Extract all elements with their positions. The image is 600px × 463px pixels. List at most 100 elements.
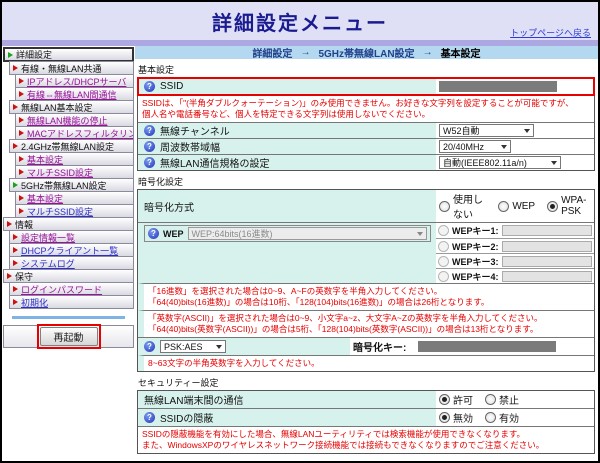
sidebar-item-5ghz-multi-ssid[interactable]: マルチSSID設定: [15, 204, 134, 218]
triangle-icon: [19, 78, 24, 84]
radio-option-allow[interactable]: 許可: [439, 392, 473, 407]
wep-key-input-4: [501, 270, 592, 282]
ssid-stealth-label: SSIDの隠蔽: [160, 414, 214, 426]
ssid-input[interactable]: [436, 78, 594, 95]
bandwidth-value-cell: 20/40MHz: [436, 139, 594, 154]
ssid-label-cell: ? SSID: [138, 78, 436, 95]
psk-key-cell: 暗号化キー:: [350, 338, 594, 355]
reboot-button[interactable]: 再起動: [39, 327, 98, 346]
sidebar-item-mac-filtering[interactable]: MACアドレスフィルタリング: [15, 126, 134, 140]
help-icon[interactable]: ?: [144, 157, 155, 169]
psk-key-value-redacted[interactable]: [418, 341, 557, 353]
wep-key-input-1: [501, 225, 592, 237]
triangle-icon: [19, 169, 24, 175]
wep-ascii-note-row: 「英数字(ASCII)」を選択された場合は0~9、小文字a~z、大文字A~Zの英…: [138, 310, 594, 338]
security-settings-table: 無線LAN端末間の通信 許可 禁止 ? SSIDの隠蔽 無効 有効 SSIDの隠…: [137, 390, 595, 455]
reboot-row: 再起動: [3, 324, 134, 349]
lan-communication-label-cell: 無線LAN端末間の通信: [138, 391, 436, 409]
triangle-icon: [13, 143, 18, 149]
radio-option-enabled[interactable]: 有効: [485, 410, 519, 425]
triangle-icon: [13, 182, 18, 188]
radio-option-wpa-psk[interactable]: WPA-PSK: [547, 195, 591, 217]
chevron-down-icon: [551, 160, 557, 165]
triangle-icon: [19, 117, 24, 123]
sidebar-item-info[interactable]: 情報: [3, 217, 134, 231]
sidebar-item-login-password[interactable]: ログインパスワード: [9, 282, 134, 296]
ssid-stealth-row: ? SSIDの隠蔽 無効 有効: [138, 408, 594, 427]
radio-icon-selected[interactable]: [439, 412, 450, 424]
wireless-standard-label-cell: ? 無線LAN通信規格の設定: [138, 155, 436, 171]
radio-option-deny[interactable]: 禁止: [485, 392, 519, 407]
sidebar-item-initialize[interactable]: 初期化: [9, 295, 134, 309]
help-icon[interactable]: ?: [144, 341, 155, 353]
wireless-channel-select[interactable]: W52自動: [439, 124, 534, 138]
radio-option-wep[interactable]: WEP: [498, 200, 535, 212]
wep-type-select: WEP:64bits(16進数): [187, 227, 427, 241]
sidebar-item-5ghz-basic[interactable]: 基本設定: [15, 191, 134, 205]
radio-icon[interactable]: [439, 200, 450, 212]
triangle-icon: [7, 221, 12, 227]
encryption-method-row: 暗号化方式 使用しない WEP WPA-PSK: [138, 190, 594, 223]
radio-icon[interactable]: [498, 200, 510, 212]
sidebar-item-24ghz-multi-ssid[interactable]: マルチSSID設定: [15, 165, 134, 179]
wireless-standard-select[interactable]: 自動(IEEE802.11a/n): [439, 156, 561, 170]
triangle-icon: [7, 273, 12, 279]
triangle-icon: [13, 286, 18, 292]
reboot-annotation-box: 再起動: [36, 324, 101, 349]
top-page-link[interactable]: トップページへ戻る: [510, 26, 591, 39]
sidebar-item-wired-wireless-bridge[interactable]: 有線⇔無線LAN間通信: [15, 87, 134, 101]
wep-key-row-2: WEPキー2:: [436, 238, 594, 253]
sidebar-item-advanced-settings[interactable]: 詳細設定: [3, 47, 134, 62]
sidebar-item-dhcp-client-list[interactable]: DHCPクライアント一覧: [9, 243, 134, 257]
radio-option-no-encryption[interactable]: 使用しない: [439, 191, 486, 221]
sidebar-item-ip-address-dhcp-server[interactable]: IPアドレス/DHCPサーバ: [15, 74, 134, 88]
wireless-standard-label: 無線LAN通信規格の設定: [160, 159, 270, 171]
wep-hex-note: 「16進数」を選択された場合は0~9、A~Fの英数字を半角入力してください。 「…: [148, 286, 490, 308]
psk-type-select[interactable]: PSK:AES: [160, 340, 226, 354]
chevron-down-icon: [417, 231, 423, 236]
help-icon[interactable]: ?: [144, 141, 155, 153]
sidebar-item-5ghz-settings[interactable]: 5GHz帯無線LAN設定: [9, 178, 134, 192]
lan-communication-label: 無線LAN端末間の通信: [144, 396, 244, 408]
sidebar-item-wired-wireless-common[interactable]: 有線・無線LAN共通: [9, 61, 134, 75]
wireless-channel-row: ? 無線チャンネル W52自動: [138, 122, 594, 139]
security-note: SSIDの隠蔽機能を有効にした場合、無線LANユーティリティでは検索機能が使用で…: [142, 429, 545, 451]
sidebar-item-maintenance[interactable]: 保守: [3, 269, 134, 283]
router-settings-page: 詳細設定メニュー トップページへ戻る 詳細設定 有線・無線LAN共通 IPアドレ…: [0, 0, 600, 463]
basic-settings-table: ? SSID SSIDは、「"(半角ダブルクォーテーション)」のみ使用できません…: [137, 77, 595, 172]
sidebar-item-24ghz-basic[interactable]: 基本設定: [15, 152, 134, 166]
triangle-icon: [19, 130, 24, 136]
radio-icon-selected[interactable]: [439, 394, 450, 406]
radio-option-disabled[interactable]: 無効: [439, 410, 473, 425]
encryption-method-label-cell: 暗号化方式: [138, 190, 436, 223]
wireless-standard-value-cell: 自動(IEEE802.11a/n): [436, 155, 594, 170]
sidebar-item-wireless-stop[interactable]: 無線LAN機能の停止: [15, 113, 134, 127]
content-area: 詳細設定 有線・無線LAN共通 IPアドレス/DHCPサーバ 有線⇔無線LAN間…: [2, 46, 598, 461]
breadcrumb-item: 5GHz帯無線LAN設定: [318, 49, 415, 60]
help-icon[interactable]: ?: [144, 125, 155, 137]
help-icon[interactable]: ?: [144, 81, 155, 92]
radio-icon-selected[interactable]: [547, 200, 559, 212]
sidebar-item-24ghz-settings[interactable]: 2.4GHz帯無線LAN設定: [9, 139, 134, 153]
triangle-icon: [13, 65, 18, 71]
radio-icon[interactable]: [485, 412, 496, 424]
lan-communication-options: 許可 禁止: [436, 391, 594, 408]
breadcrumb-item: 詳細設定: [252, 49, 293, 60]
triangle-icon: [13, 299, 18, 305]
radio-icon-disabled: [438, 225, 449, 237]
sidebar-item-config-list[interactable]: 設定情報一覧: [9, 230, 134, 244]
help-icon[interactable]: ?: [148, 228, 159, 240]
help-icon[interactable]: ?: [144, 412, 155, 424]
triangle-icon: [19, 195, 24, 201]
sidebar-item-system-log[interactable]: システムログ: [9, 256, 134, 270]
radio-icon[interactable]: [485, 394, 496, 406]
bandwidth-select[interactable]: 20/40MHz: [439, 140, 511, 154]
radio-icon-disabled: [438, 240, 449, 252]
page-header: 詳細設定メニュー トップページへ戻る: [2, 2, 598, 40]
breadcrumb-current: 基本設定: [440, 49, 481, 60]
chevron-down-icon: [501, 144, 507, 149]
sidebar-item-wireless-basic-settings[interactable]: 無線LAN基本設定: [9, 100, 134, 114]
triangle-icon: [19, 91, 24, 97]
security-section-title: セキュリティー設定: [138, 378, 219, 389]
breadcrumb-separator: →: [422, 47, 433, 58]
